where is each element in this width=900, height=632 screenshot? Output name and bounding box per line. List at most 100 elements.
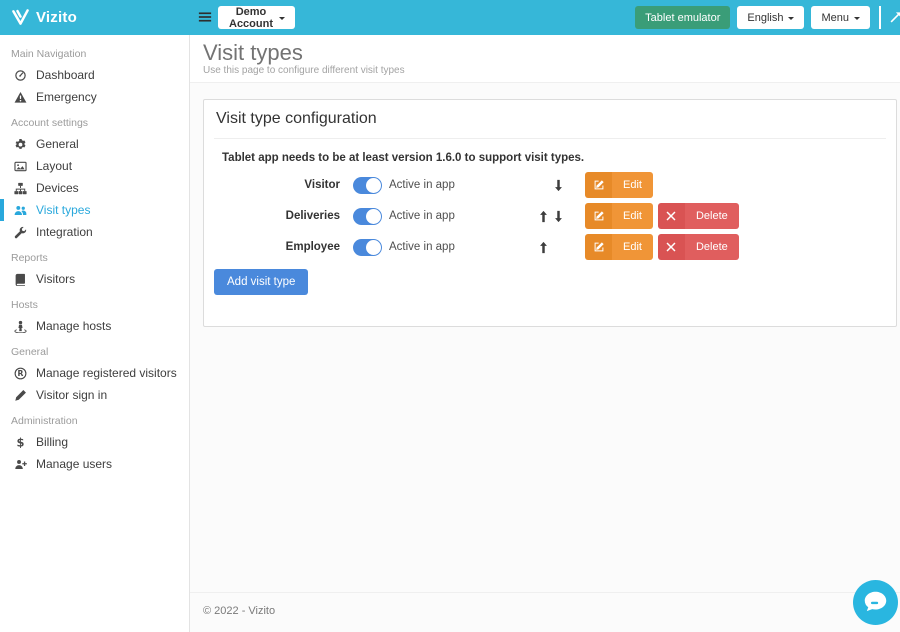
row-actions: Edit [585,172,886,198]
sidebar-item-label: Dashboard [36,68,95,82]
active-toggle[interactable] [353,207,382,225]
copyright-text: © 2022 - Vizito [203,605,276,617]
active-toggle[interactable] [353,176,382,194]
sidebar-item-label: Manage hosts [36,319,112,333]
active-in-app-label: Active in app [389,210,455,222]
page-header: Visit types Use this page to configure d… [190,35,900,83]
app-logo[interactable]: Vizito [11,0,77,35]
reorder-arrows [538,210,572,223]
sidebar-item-general[interactable]: General [0,133,189,155]
hamburger-icon [197,10,213,24]
sitemap-icon [14,182,27,195]
sidebar-item-label: Visit types [36,203,91,217]
sidebar-item-emergency[interactable]: Emergency [0,86,189,108]
move-up-button[interactable] [538,241,549,254]
page-title: Visit types [203,40,303,65]
sidebar-toggle-button[interactable] [197,10,213,24]
edit-button[interactable]: Edit [585,203,653,229]
move-down-button [553,241,564,254]
sidebar-item-layout[interactable]: Layout [0,155,189,177]
sidebar-item-manage-users[interactable]: Manage users [0,453,189,475]
visit-type-row: Deliveries Active in app Edit Delete [214,203,886,229]
sidebar-item-label: Integration [36,225,93,239]
book-icon [14,273,27,286]
sidebar-item-devices[interactable]: Devices [0,177,189,199]
move-down-button[interactable] [553,179,564,192]
pencil-icon [14,389,27,402]
arrow-down-icon [553,210,564,223]
gauge-icon [14,69,27,82]
sidebar-item-visitors[interactable]: Visitors [0,268,189,290]
dollar-icon [14,436,27,449]
row-actions: Edit Delete [585,234,886,260]
topbar-right-group: Tablet emulator English Menu [635,6,900,29]
sidebar-section-header: Reports [11,252,48,264]
registered-icon [14,367,27,380]
sidebar-item-visitor-sign-in[interactable]: Visitor sign in [0,384,189,406]
sidebar-item-label: Visitor sign in [36,388,108,402]
add-visit-type-button[interactable]: Add visit type [214,269,309,295]
image-icon [14,160,27,173]
delete-button[interactable]: Delete [657,203,739,229]
visit-type-panel: Visit type configuration Tablet app need… [203,99,897,327]
account-dropdown-button[interactable]: Demo Account [218,6,295,30]
users-icon [14,204,27,217]
caret-down-icon [279,16,285,23]
edit-button-label: Edit [612,203,653,229]
sidebar-item-manage-hosts[interactable]: Manage hosts [0,315,189,337]
chat-bubble-icon [860,587,891,618]
chat-widget-button[interactable] [853,580,898,625]
edit-button[interactable]: Edit [585,234,653,260]
x-icon [665,241,677,253]
vizito-logo-icon [11,9,30,26]
active-in-app-label: Active in app [389,241,455,253]
sidebar-item-manage-registered-visitors[interactable]: Manage registered visitors [0,362,189,384]
menu-dropdown-button[interactable]: Menu [811,6,870,29]
warning-icon [14,91,27,104]
sidebar-item-label: General [36,137,79,151]
visit-type-name: Employee [285,241,340,253]
sidebar-nav: Main Navigation Dashboard Emergency Account… [0,35,190,632]
active-in-app-label: Active in app [389,179,455,191]
delete-button[interactable]: Delete [657,234,739,260]
arrow-up-icon [538,241,549,254]
sidebar-item-label: Manage registered visitors [36,366,177,380]
visit-type-rows: Visitor Active in app Edit Deliveries Active… [214,172,886,260]
edit-button[interactable]: Edit [585,172,653,198]
sidebar-item-label: Layout [36,159,73,173]
topbar-separator [879,6,881,29]
sidebar-item-label: Devices [36,181,79,195]
fullscreen-button[interactable] [888,10,900,26]
menu-dropdown-label: Menu [821,11,849,24]
toggle-knob [366,208,381,224]
arrow-down-icon [553,179,564,192]
content-area: Visit type configuration Tablet app need… [190,83,900,592]
sidebar-item-dashboard[interactable]: Dashboard [0,64,189,86]
arrow-up-icon [538,210,549,223]
sidebar-item-visit-types[interactable]: Visit types [0,199,189,221]
delete-button-label: Delete [684,203,739,229]
wrench-icon [14,226,27,239]
version-note: Tablet app needs to be at least version … [222,152,585,164]
language-dropdown-label: English [747,11,784,24]
toggle-knob [366,177,381,193]
panel-divider [214,138,886,139]
move-up-button [538,179,549,192]
sidebar-section-header: Hosts [11,299,38,311]
tablet-emulator-button[interactable]: Tablet emulator [635,6,731,29]
sidebar-item-billing[interactable]: Billing [0,431,189,453]
visit-type-name: Visitor [304,179,340,191]
edit-pencil-icon [593,241,605,253]
expand-icon [888,11,900,25]
topbar: Vizito Demo Account Tablet emulator Engl… [0,0,900,35]
move-down-button[interactable] [553,210,564,223]
move-up-button[interactable] [538,210,549,223]
person-icon [14,320,27,333]
sidebar-item-integration[interactable]: Integration [0,221,189,243]
language-dropdown-button[interactable]: English [737,6,805,29]
visit-type-row: Visitor Active in app Edit [214,172,886,198]
sidebar-item-label: Emergency [36,90,97,104]
panel-title: Visit type configuration [216,110,377,127]
active-toggle[interactable] [353,238,382,256]
row-actions: Edit Delete [585,203,886,229]
